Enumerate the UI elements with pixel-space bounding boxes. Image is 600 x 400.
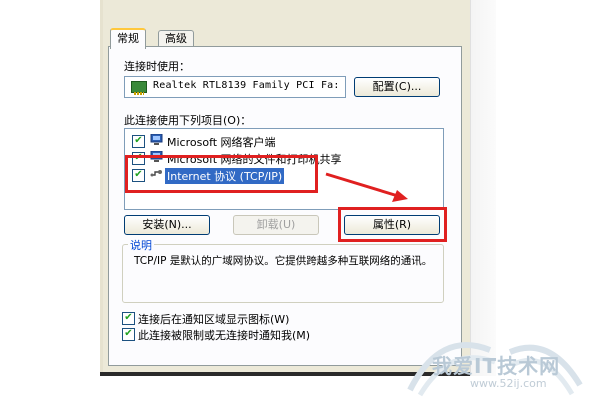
watermark-site-name: 我爱IT技术网 xyxy=(432,354,561,378)
watermark-url: www.52ij.com xyxy=(470,377,547,390)
